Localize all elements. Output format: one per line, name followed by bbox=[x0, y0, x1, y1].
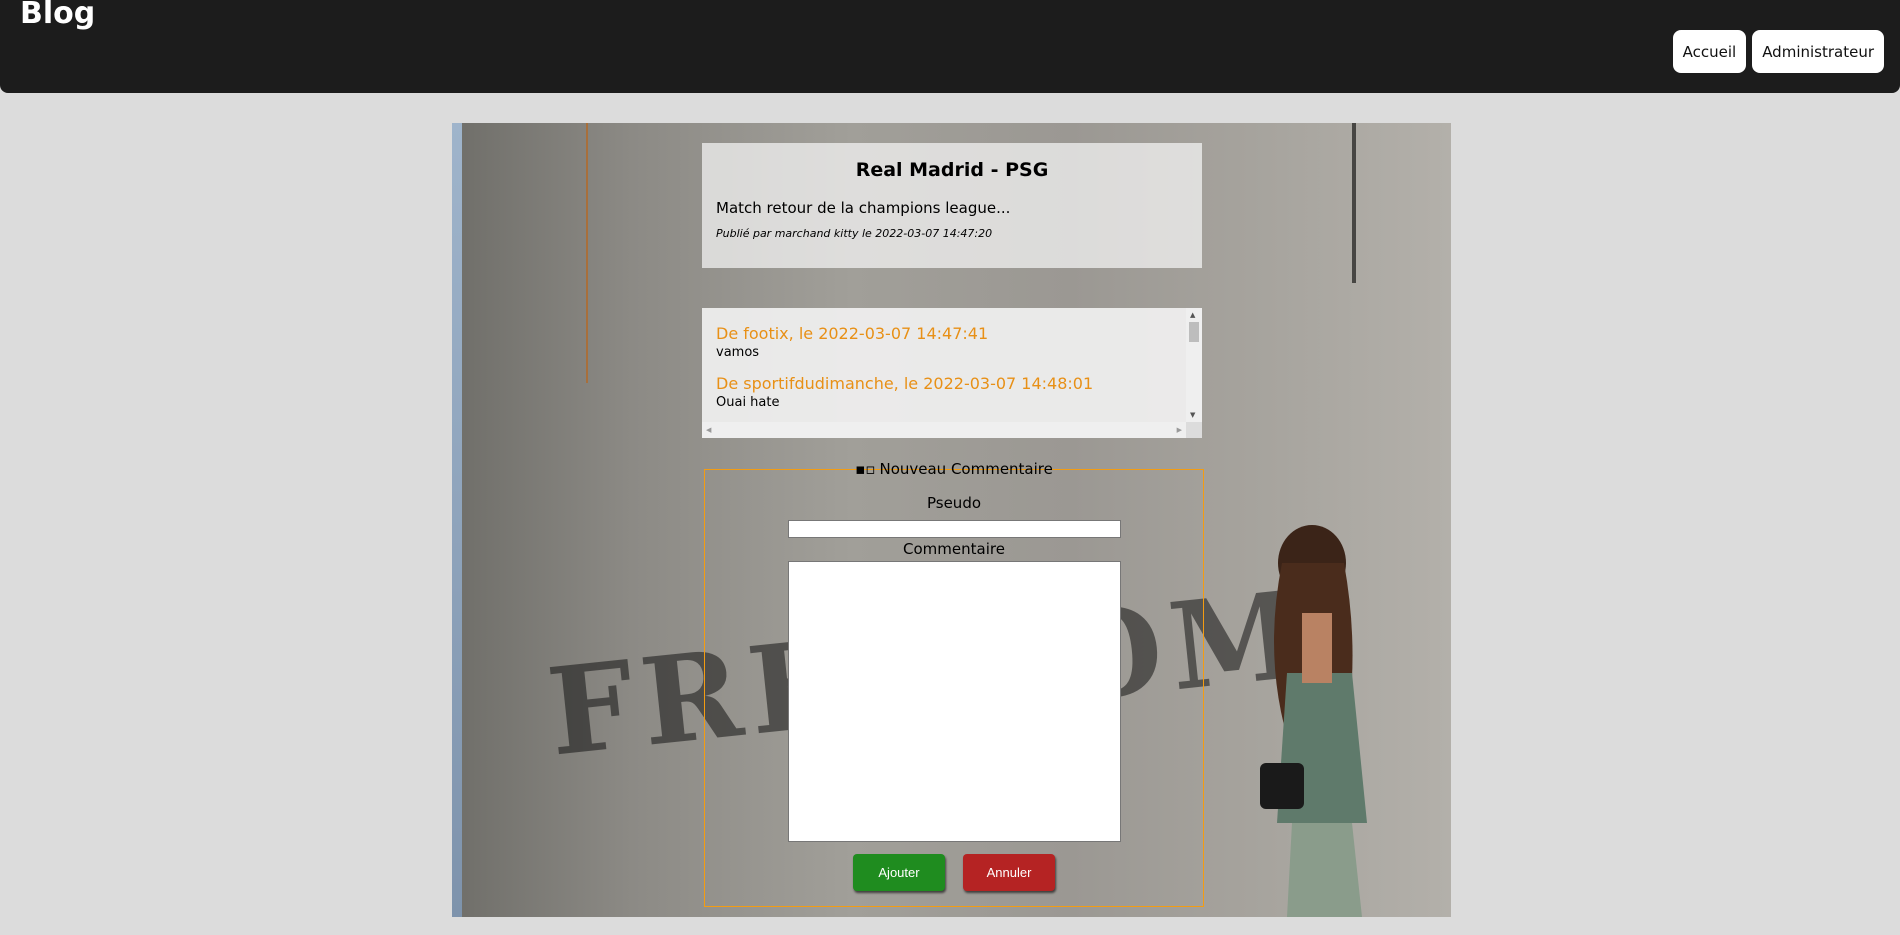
new-comment-form: ▪▫ Nouveau Commentaire Pseudo Commentaire… bbox=[704, 460, 1204, 907]
scroll-right-icon[interactable]: ▶ bbox=[1177, 426, 1182, 434]
wall-crack bbox=[586, 123, 588, 383]
vertical-scrollbar[interactable]: ▲ ▼ bbox=[1186, 308, 1202, 422]
comment-item: De footix, le 2022-03-07 14:47:41 vamos bbox=[716, 324, 1188, 360]
site-title: Blog bbox=[20, 0, 96, 31]
scroll-up-icon[interactable]: ▲ bbox=[1190, 311, 1195, 319]
comment-label: Commentaire bbox=[903, 540, 1005, 558]
comment-text: Ouai hate bbox=[716, 395, 780, 410]
nav-admin-button[interactable]: Administrateur bbox=[1752, 30, 1884, 73]
top-navbar: Blog Accueil Administrateur bbox=[0, 0, 1900, 93]
sky-strip bbox=[452, 123, 462, 917]
nav-home-button[interactable]: Accueil bbox=[1672, 30, 1747, 73]
comment-icon: ▪▫ bbox=[855, 460, 876, 478]
blog-post-card: Real Madrid - PSG Match retour de la cha… bbox=[702, 143, 1202, 268]
comment-text: vamos bbox=[716, 345, 760, 360]
scroll-thumb[interactable] bbox=[1189, 322, 1199, 342]
post-title: Real Madrid - PSG bbox=[855, 159, 1049, 181]
post-meta: Publié par marchand kitty le 2022-03-07 … bbox=[716, 227, 993, 240]
scroll-left-icon[interactable]: ◀ bbox=[706, 426, 711, 434]
comment-header: De footix, le 2022-03-07 14:47:41 bbox=[716, 324, 989, 343]
pseudo-input[interactable] bbox=[788, 520, 1121, 538]
form-legend-text: Nouveau Commentaire bbox=[879, 460, 1053, 478]
comment-header: De sportifdudimanche, le 2022-03-07 14:4… bbox=[716, 374, 1094, 393]
post-body: Match retour de la champions league... bbox=[716, 199, 1011, 217]
metal-rod bbox=[1352, 123, 1356, 283]
comment-textarea[interactable] bbox=[788, 561, 1121, 842]
scroll-corner bbox=[1186, 422, 1202, 438]
cancel-button[interactable]: Annuler bbox=[963, 854, 1055, 891]
scroll-down-icon[interactable]: ▼ bbox=[1190, 411, 1195, 419]
comments-list[interactable]: De footix, le 2022-03-07 14:47:41 vamos … bbox=[702, 308, 1202, 438]
main-nav: Accueil Administrateur bbox=[1672, 30, 1884, 73]
comment-item: De sportifdudimanche, le 2022-03-07 14:4… bbox=[716, 374, 1188, 410]
horizontal-scrollbar[interactable]: ◀ ▶ bbox=[702, 422, 1186, 438]
add-comment-button[interactable]: Ajouter bbox=[853, 854, 945, 891]
form-legend: ▪▫ Nouveau Commentaire bbox=[705, 460, 1203, 478]
woman-silhouette bbox=[1260, 525, 1367, 917]
pseudo-label: Pseudo bbox=[926, 494, 982, 512]
